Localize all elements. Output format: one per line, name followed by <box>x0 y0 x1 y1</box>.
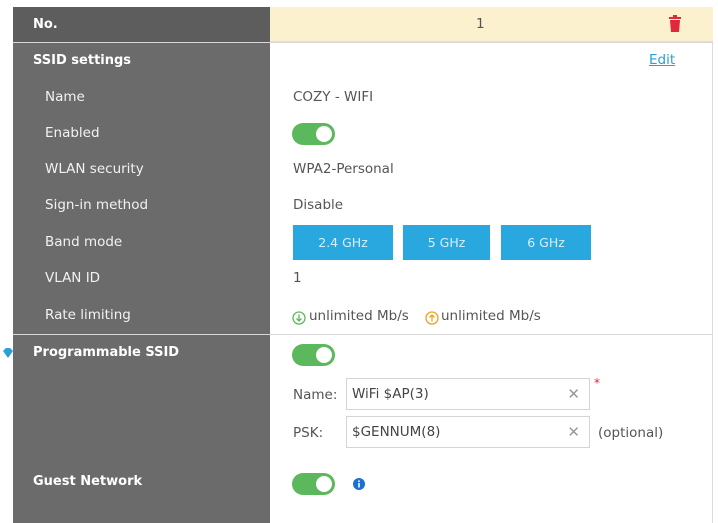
programmable-name-input[interactable] <box>352 379 552 409</box>
sign-in-method-value: Disable <box>293 197 344 213</box>
ssid-settings-heading: SSID settings <box>33 53 132 68</box>
wlan-security-label: WLAN security <box>45 161 144 177</box>
upload-rate-value: unlimited Mb/s <box>441 308 541 324</box>
guest-network-toggle[interactable] <box>292 473 335 495</box>
programmable-ssid-toggle[interactable] <box>292 344 335 366</box>
clear-icon[interactable]: ✕ <box>567 385 580 403</box>
programmable-name-field[interactable]: ✕ <box>346 378 590 410</box>
clear-icon[interactable]: ✕ <box>567 423 580 441</box>
band-6ghz-button[interactable]: 6 GHz <box>501 225 591 260</box>
download-arrow-icon <box>292 311 306 329</box>
programmable-psk-field[interactable]: ✕ <box>346 416 590 448</box>
guest-network-label: Guest Network <box>33 474 143 489</box>
programmable-ssid-label: Programmable SSID <box>33 345 180 360</box>
psk-optional-label: (optional) <box>598 425 664 441</box>
header-value-cell <box>270 7 713 42</box>
no-label: No. <box>33 17 58 32</box>
wlan-security-value: WPA2-Personal <box>293 161 394 177</box>
download-rate-value: unlimited Mb/s <box>309 308 409 324</box>
edit-link[interactable]: Edit <box>649 52 675 68</box>
rate-limiting-label: Rate limiting <box>45 307 131 323</box>
toggle-knob <box>316 126 332 142</box>
enabled-toggle[interactable] <box>292 123 335 145</box>
vlan-id-label: VLAN ID <box>45 270 101 286</box>
upload-arrow-icon <box>425 311 439 329</box>
band-mode-label: Band mode <box>45 234 123 250</box>
toggle-knob <box>316 476 332 492</box>
band-2-4ghz-button[interactable]: 2.4 GHz <box>293 225 393 260</box>
diamond-icon <box>2 347 14 363</box>
programmable-name-label: Name: <box>293 387 338 403</box>
enabled-label: Enabled <box>45 125 100 141</box>
no-value: 1 <box>476 16 485 32</box>
ssid-settings-panel: No. 1 SSID settings Edit Name COZY - WIF… <box>3 7 713 523</box>
toggle-knob <box>316 347 332 363</box>
band-5ghz-button[interactable]: 5 GHz <box>403 225 490 260</box>
name-value: COZY - WIFI <box>293 89 374 105</box>
programmable-divider <box>13 334 713 335</box>
info-icon[interactable] <box>353 478 365 494</box>
vlan-id-value: 1 <box>293 270 302 286</box>
required-mark: * <box>594 376 600 390</box>
sign-in-method-label: Sign-in method <box>45 197 149 213</box>
programmable-psk-label: PSK: <box>293 425 324 441</box>
name-label: Name <box>45 89 85 105</box>
label-column <box>13 7 270 523</box>
programmable-psk-input[interactable] <box>352 417 552 447</box>
trash-icon[interactable] <box>668 15 682 36</box>
header-divider <box>13 42 713 43</box>
